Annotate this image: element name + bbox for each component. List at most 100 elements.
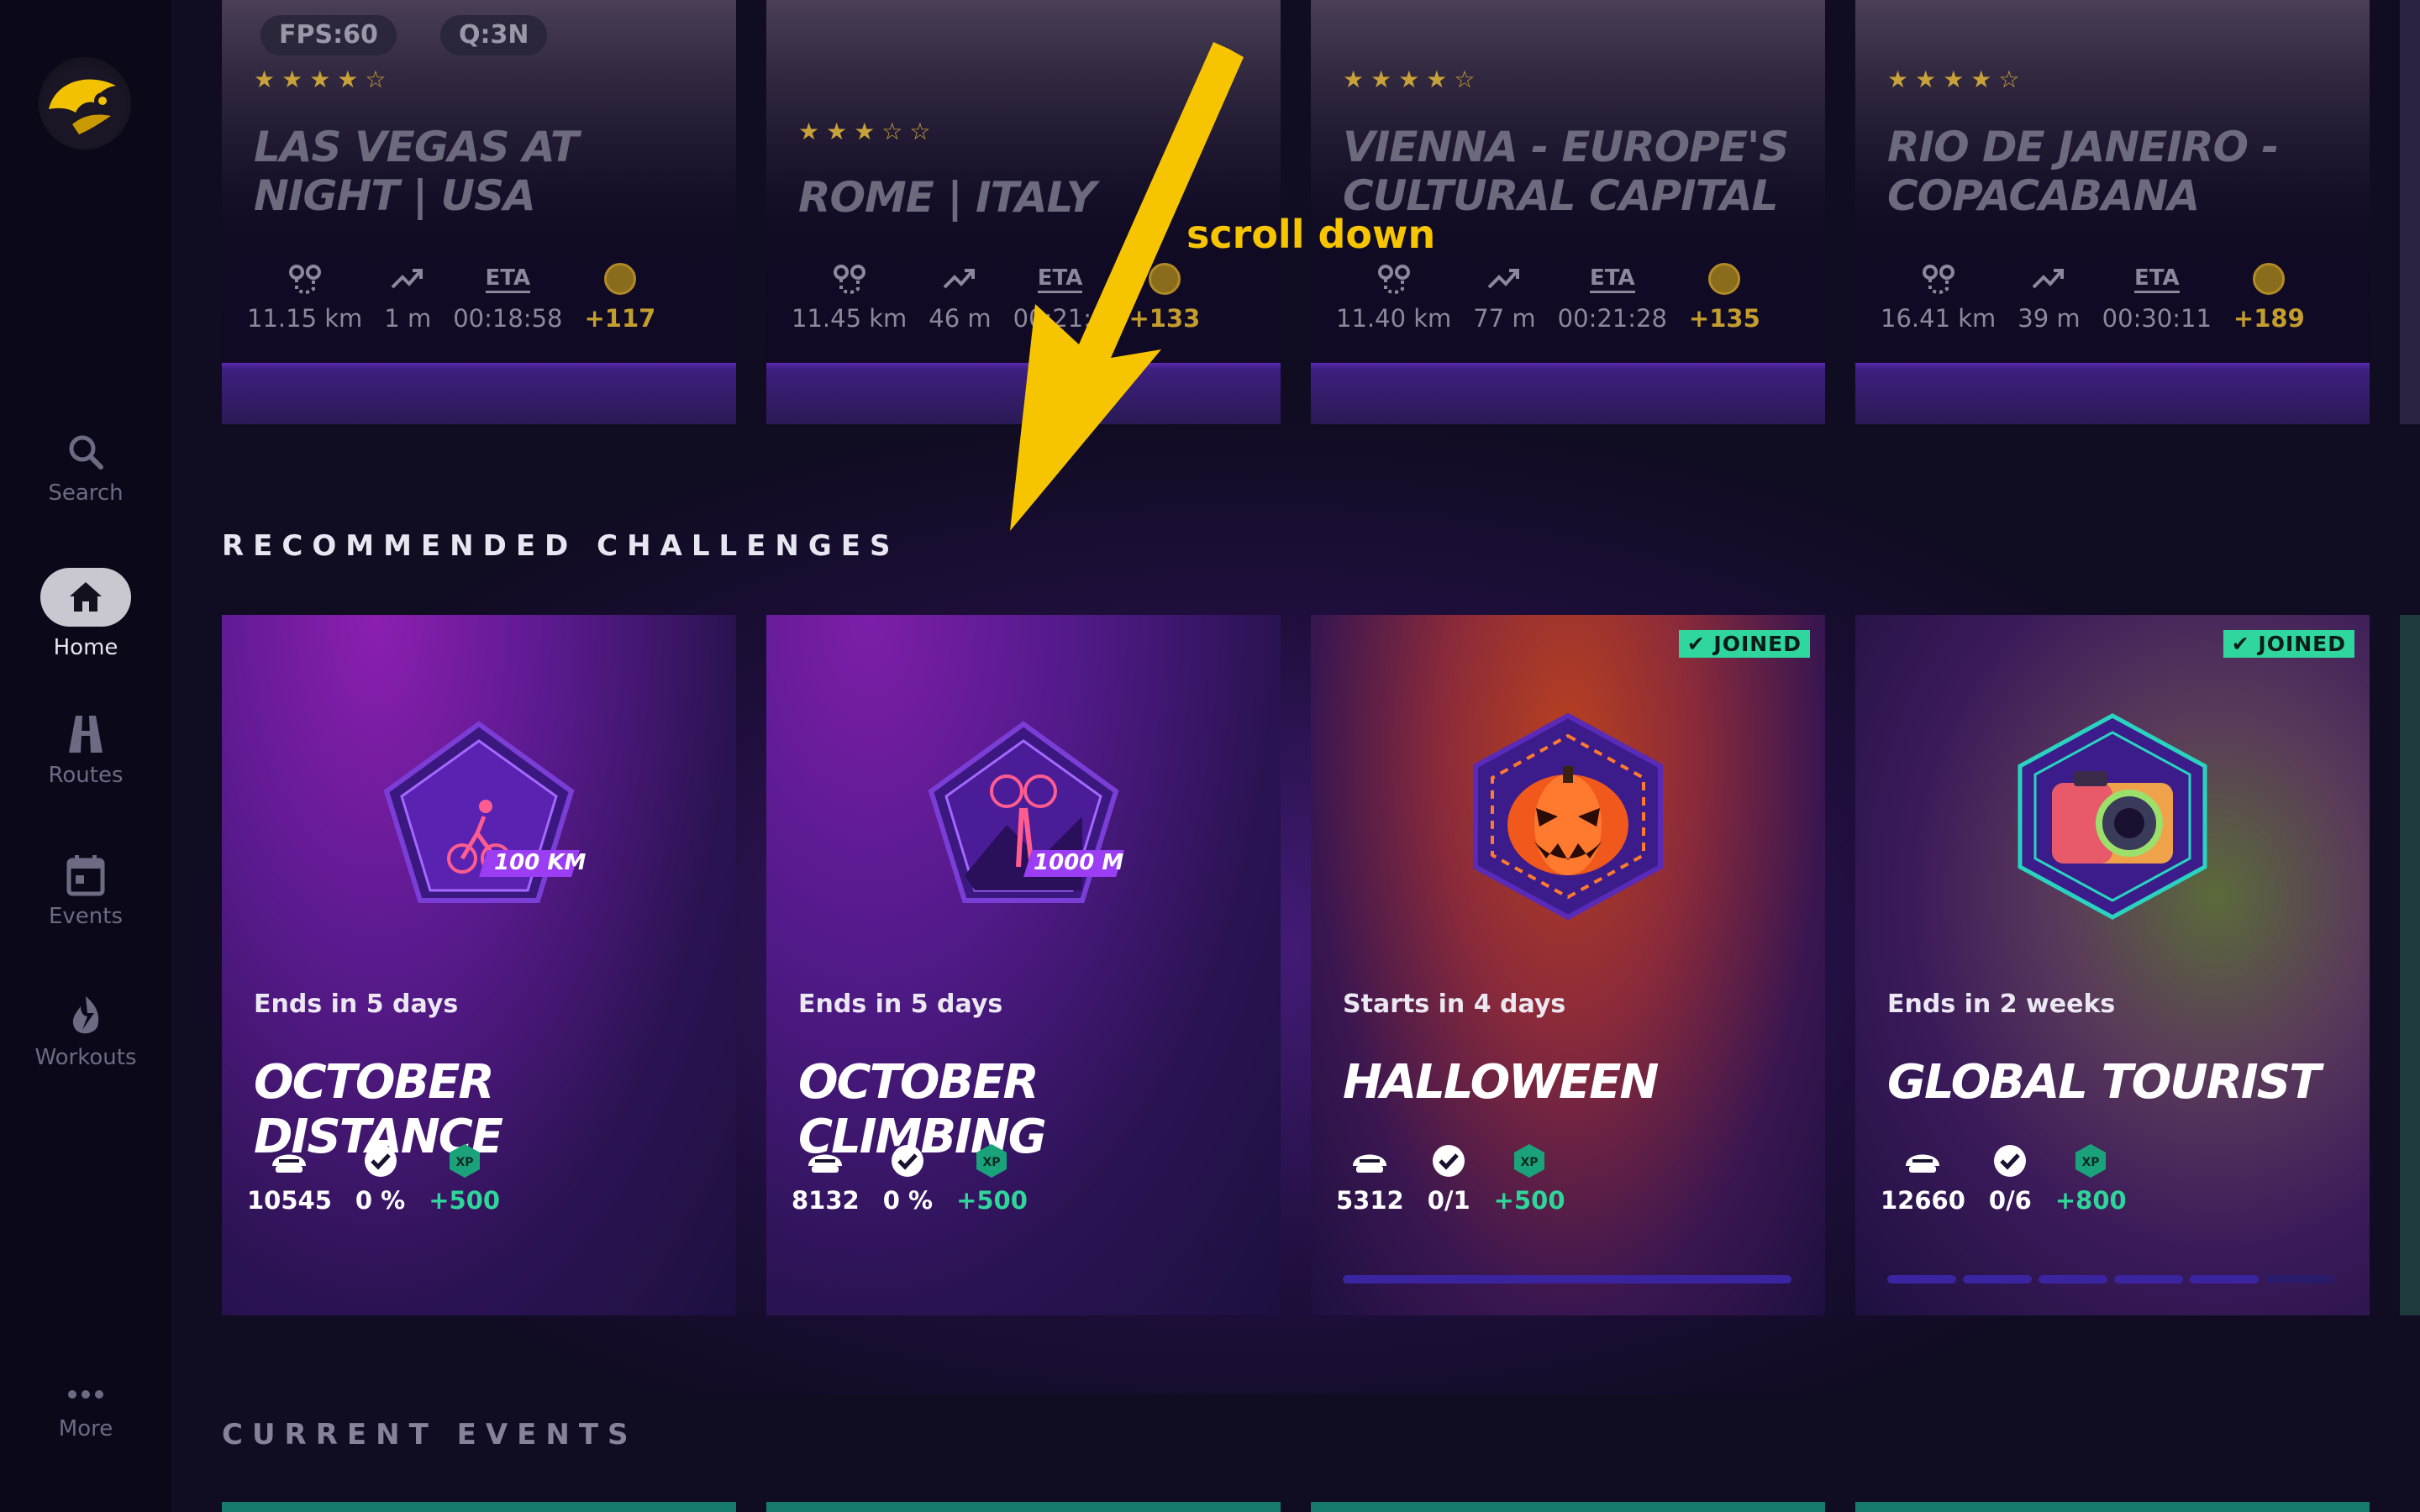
route-card[interactable]: ★★★★☆ RIO DE JANEIRO - COPACABANA 16.41 … bbox=[1855, 0, 2370, 424]
xp-hex-icon: XP bbox=[975, 1142, 1008, 1179]
eagle-logo-icon bbox=[49, 79, 116, 134]
coin-icon bbox=[1148, 263, 1181, 295]
nav-workouts[interactable]: Workouts bbox=[0, 993, 171, 1070]
coin-icon bbox=[1708, 263, 1741, 295]
waypoints-icon bbox=[831, 260, 868, 297]
challenge-card[interactable]: ✔ JOINED Starts in 4 days HALLOWEEN 5312… bbox=[1311, 615, 1825, 1315]
nav-search[interactable]: Search bbox=[0, 428, 171, 506]
nav-events-label: Events bbox=[48, 904, 124, 929]
nav-more-label: More bbox=[58, 1416, 113, 1441]
route-stats: 11.40 km 77 m ETA 00:21:28 +135 bbox=[1336, 260, 1760, 333]
nav-workouts-label: Workouts bbox=[34, 1045, 137, 1070]
pumpkin-badge-icon bbox=[1459, 699, 1677, 934]
event-card[interactable] bbox=[766, 1502, 1281, 1512]
check-circle-icon bbox=[1991, 1142, 2028, 1179]
event-card[interactable] bbox=[222, 1502, 736, 1512]
quality-indicator: Q:3N bbox=[440, 15, 548, 55]
elevation-icon bbox=[1486, 260, 1523, 297]
joined-badge: ✔ JOINED bbox=[1678, 630, 1810, 658]
challenge-title: GLOBAL TOURIST bbox=[1887, 1055, 2321, 1110]
climbing-badge-icon: 1000 M bbox=[914, 699, 1133, 934]
nav-events[interactable]: Events bbox=[0, 852, 171, 929]
calendar-icon bbox=[62, 852, 109, 899]
eta-icon: ETA bbox=[485, 265, 531, 293]
search-icon bbox=[62, 428, 109, 475]
route-card-bar bbox=[1311, 363, 1825, 424]
svg-text:XP: XP bbox=[983, 1156, 1001, 1169]
sidebar: Search Home Routes Events Workouts More bbox=[0, 0, 171, 1512]
challenge-progress-bar bbox=[1887, 1275, 2334, 1284]
route-elevation: 1 m bbox=[384, 304, 432, 333]
challenge-stats: 12660 0/6 XP +800 bbox=[1881, 1142, 2127, 1215]
challenge-when: Ends in 2 weeks bbox=[1887, 990, 2116, 1019]
route-distance: 11.40 km bbox=[1336, 304, 1452, 333]
route-stats: 16.41 km 39 m ETA 00:30:11 +189 bbox=[1881, 260, 2305, 333]
route-eta: 00:30:11 bbox=[2102, 304, 2212, 333]
app-logo[interactable] bbox=[39, 57, 131, 150]
waypoints-icon bbox=[287, 260, 324, 297]
challenge-progress: 0/6 bbox=[1988, 1186, 2032, 1215]
route-card[interactable]: ★★★★☆ LAS VEGAS AT NIGHT | USA 11.15 km … bbox=[222, 0, 736, 424]
progress-segment bbox=[1963, 1275, 2032, 1284]
route-eta: 00:21:1 bbox=[1013, 304, 1107, 333]
challenge-stats: 8132 0 % XP +500 bbox=[792, 1142, 1028, 1215]
route-card-bar bbox=[766, 363, 1281, 424]
xp-hex-icon: XP bbox=[1512, 1142, 1546, 1179]
check-circle-icon bbox=[1430, 1142, 1467, 1179]
challenge-progress: 0/1 bbox=[1427, 1186, 1470, 1215]
route-stats: 11.45 km 46 m ETA 00:21:1 +133 bbox=[792, 260, 1200, 333]
route-elevation: 46 m bbox=[929, 304, 992, 333]
participants-count: 10545 bbox=[247, 1186, 332, 1215]
progress-segment bbox=[2265, 1275, 2334, 1284]
route-elevation: 77 m bbox=[1473, 304, 1536, 333]
route-card-bar bbox=[222, 363, 736, 424]
route-eta: 00:18:58 bbox=[453, 304, 563, 333]
check-circle-icon bbox=[362, 1142, 399, 1179]
helmet-icon bbox=[1902, 1142, 1943, 1179]
event-card[interactable] bbox=[1311, 1502, 1825, 1512]
progress-segment bbox=[1343, 1275, 1791, 1284]
route-coins: +133 bbox=[1128, 304, 1201, 333]
route-title: RIO DE JANEIRO - COPACABANA bbox=[1887, 123, 2279, 220]
challenge-xp: +500 bbox=[429, 1186, 501, 1215]
route-distance: 11.45 km bbox=[792, 304, 908, 333]
route-elevation: 39 m bbox=[2018, 304, 2081, 333]
badge-label: 1000 M bbox=[1034, 850, 1124, 875]
camera-badge-icon bbox=[2003, 699, 2222, 934]
helmet-icon bbox=[805, 1142, 845, 1179]
check-circle-icon bbox=[889, 1142, 926, 1179]
eta-icon: ETA bbox=[2133, 265, 2180, 293]
nav-home[interactable]: Home bbox=[0, 568, 171, 660]
elevation-icon bbox=[389, 260, 426, 297]
route-eta: 00:21:28 bbox=[1557, 304, 1667, 333]
nav-home-label: Home bbox=[53, 635, 118, 660]
nav-routes[interactable]: Routes bbox=[0, 711, 171, 788]
challenge-card-peek bbox=[2400, 615, 2420, 1315]
route-coins: +189 bbox=[2233, 304, 2305, 333]
svg-text:XP: XP bbox=[2082, 1156, 2100, 1169]
distance-badge-icon: 100 KM bbox=[370, 699, 588, 934]
route-card-peek bbox=[2400, 0, 2420, 424]
challenge-when: Starts in 4 days bbox=[1343, 990, 1566, 1019]
section-title-events: CURRENT EVENTS bbox=[222, 1418, 638, 1452]
challenge-card[interactable]: ✔ JOINED Ends in 2 weeks GLOBAL TOURIST … bbox=[1855, 615, 2370, 1315]
challenge-progress: 0 % bbox=[882, 1186, 934, 1215]
challenge-stats: 10545 0 % XP +500 bbox=[247, 1142, 500, 1215]
nav-more[interactable]: More bbox=[0, 1378, 171, 1441]
route-title: LAS VEGAS AT NIGHT | USA bbox=[254, 123, 579, 220]
participants-count: 5312 bbox=[1336, 1186, 1404, 1215]
nav-routes-label: Routes bbox=[48, 763, 124, 788]
route-stats: 11.15 km 1 m ETA 00:18:58 +117 bbox=[247, 260, 655, 333]
fps-counter: FPS:60 bbox=[260, 15, 397, 55]
joined-badge: ✔ JOINED bbox=[2223, 630, 2354, 658]
progress-segment bbox=[2039, 1275, 2107, 1284]
progress-segment bbox=[2190, 1275, 2259, 1284]
progress-segment bbox=[2114, 1275, 2183, 1284]
challenge-card[interactable]: 1000 M Ends in 5 days OCTOBER CLIMBING 8… bbox=[766, 615, 1281, 1315]
event-card[interactable] bbox=[1855, 1502, 2370, 1512]
challenge-card[interactable]: 100 KM Ends in 5 days OCTOBER DISTANCE 1… bbox=[222, 615, 736, 1315]
challenge-title: HALLOWEEN bbox=[1343, 1055, 1659, 1110]
challenge-when: Ends in 5 days bbox=[798, 990, 1003, 1019]
challenge-when: Ends in 5 days bbox=[254, 990, 459, 1019]
eta-icon: ETA bbox=[1589, 265, 1635, 293]
